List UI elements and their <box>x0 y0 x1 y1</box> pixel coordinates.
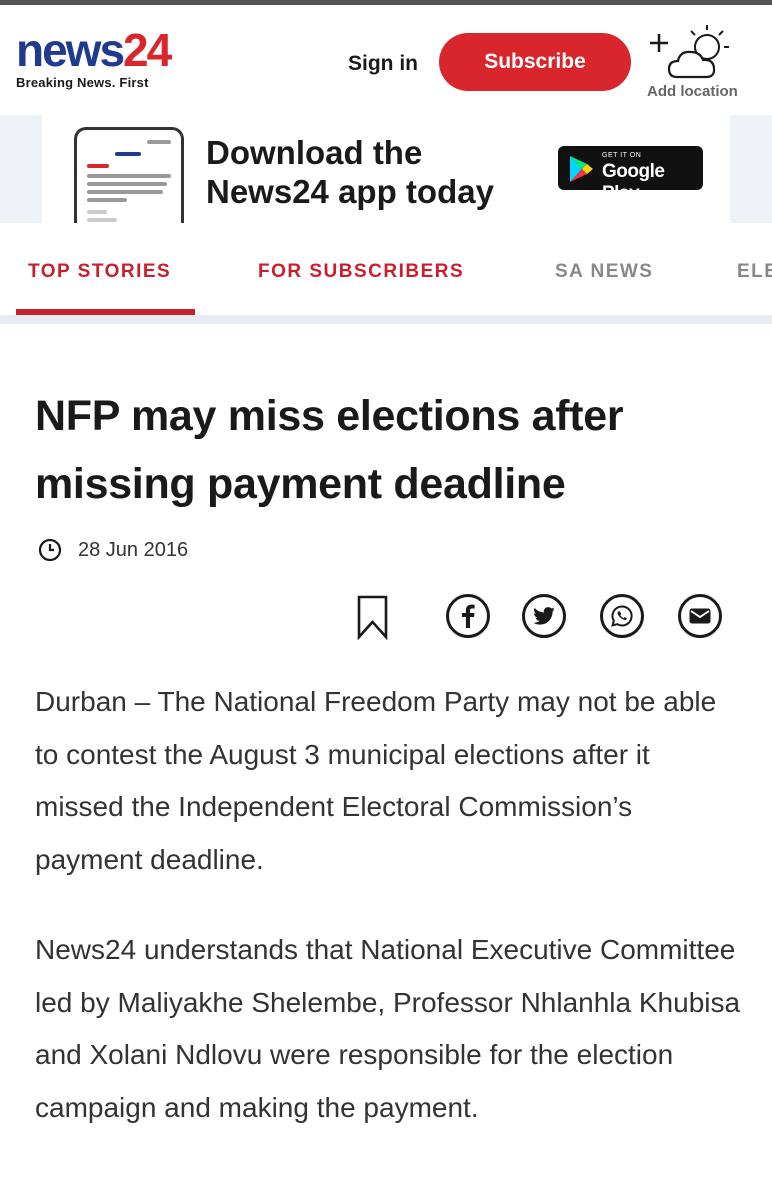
sign-in-link[interactable]: Sign in <box>348 52 418 76</box>
site-header: news24 Breaking News. First Sign in Subs… <box>0 5 772 115</box>
google-play-badge[interactable]: GET IT ON Google Play <box>558 146 703 204</box>
article-title-line-1: NFP may miss elections after <box>35 392 624 440</box>
article-paragraph-1: Durban – The National Freedom Party may … <box>35 686 717 875</box>
banner-line-1: Download the <box>206 134 423 171</box>
share-whatsapp-button[interactable] <box>600 594 644 638</box>
app-download-banner[interactable]: Download the News24 app today GET IT ON … <box>0 115 772 223</box>
google-play-icon <box>570 156 593 182</box>
tab-top-stories[interactable]: TOP STORIES <box>28 261 171 283</box>
nav-divider <box>0 315 772 324</box>
banner-headline: Download the News24 app today <box>206 133 494 211</box>
clock-icon <box>38 538 62 562</box>
weather-add-icon <box>650 25 729 79</box>
twitter-icon <box>533 607 555 625</box>
whatsapp-icon <box>611 605 633 627</box>
logo-wordmark: news24 <box>16 24 172 76</box>
banner-content: Download the News24 app today GET IT ON … <box>42 115 730 223</box>
article-title-line-2: missing payment deadline <box>35 460 566 508</box>
subscribe-button[interactable]: Subscribe <box>439 33 631 91</box>
logo-24-text: 24 <box>123 24 172 76</box>
store-name-text: Google Play <box>602 161 665 204</box>
banner-line-2: News24 app today <box>206 173 494 210</box>
add-location-label: Add location <box>647 83 738 100</box>
article-date-text: 28 Jun 2016 <box>78 538 189 561</box>
logo-news-text: news <box>16 24 125 76</box>
article-title: NFP may miss elections after missing pay… <box>35 382 745 518</box>
tab-elections[interactable]: ELE <box>737 261 772 283</box>
article-date: 28 Jun 2016 <box>38 537 188 563</box>
news24-logo[interactable]: news24 Breaking News. First <box>16 24 172 90</box>
facebook-icon <box>462 604 475 628</box>
logo-tagline: Breaking News. First <box>16 75 149 90</box>
section-nav: TOP STORIES FOR SUBSCRIBERS SA NEWS ELE <box>0 223 772 315</box>
bookmark-icon[interactable] <box>356 594 390 640</box>
store-small-text: GET IT ON <box>602 152 642 159</box>
phone-mockup-image <box>74 127 184 223</box>
article-paragraph-2: News24 understands that National Executi… <box>35 934 741 1123</box>
share-twitter-button[interactable] <box>522 594 566 638</box>
add-location-button[interactable]: Add location <box>643 21 753 105</box>
email-icon <box>689 608 711 624</box>
tab-sa-news[interactable]: SA NEWS <box>555 261 653 283</box>
share-facebook-button[interactable] <box>446 594 490 638</box>
share-email-button[interactable] <box>678 594 722 638</box>
tab-for-subscribers[interactable]: FOR SUBSCRIBERS <box>258 261 464 283</box>
